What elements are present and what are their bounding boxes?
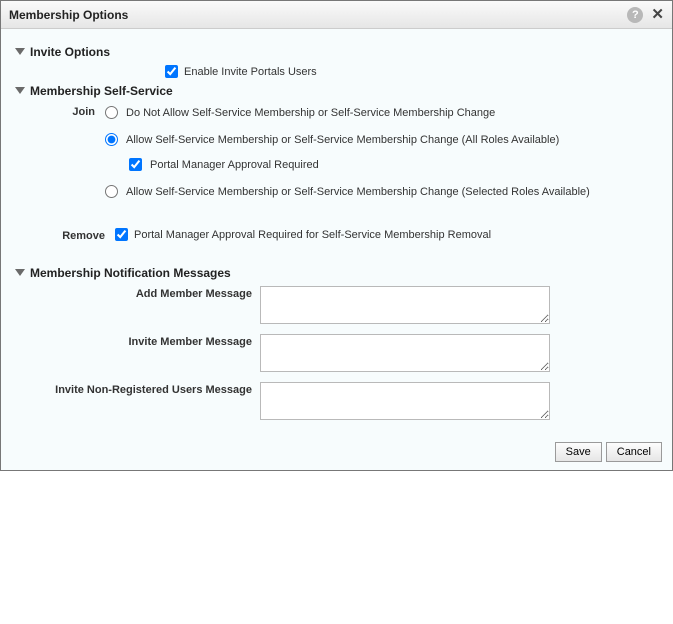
dialog-buttons: Save Cancel xyxy=(1,436,672,470)
invite-member-label: Invite Member Message xyxy=(15,334,260,348)
spacer-label xyxy=(15,65,165,67)
join-radio-allow-all[interactable] xyxy=(105,133,118,146)
remove-approval-checkbox[interactable] xyxy=(115,228,128,241)
add-member-textarea[interactable] xyxy=(260,286,550,324)
join-radio-allow-selected[interactable] xyxy=(105,185,118,198)
disclosure-triangle-icon xyxy=(15,87,25,94)
dialog-title: Membership Options xyxy=(9,8,627,22)
join-option-allow-selected: Allow Self-Service Membership or Self-Se… xyxy=(126,186,590,198)
invite-nonreg-textarea[interactable] xyxy=(260,382,550,420)
join-option-allow-all: Allow Self-Service Membership or Self-Se… xyxy=(126,134,559,146)
join-row: Join Do Not Allow Self-Service Membershi… xyxy=(15,104,658,198)
notifications-header[interactable]: Membership Notification Messages xyxy=(15,266,658,280)
close-icon[interactable]: ✕ xyxy=(651,7,664,22)
titlebar-actions: ? ✕ xyxy=(627,7,664,23)
enable-invite-row: Enable Invite Portals Users xyxy=(15,65,658,78)
invite-nonreg-row: Invite Non-Registered Users Message xyxy=(15,382,658,420)
remove-row: Remove Portal Manager Approval Required … xyxy=(15,228,658,242)
add-member-label: Add Member Message xyxy=(15,286,260,300)
spacer xyxy=(15,246,658,260)
join-radio-no-allow[interactable] xyxy=(105,106,118,119)
invite-options-title: Invite Options xyxy=(30,45,110,59)
remove-approval-label: Portal Manager Approval Required for Sel… xyxy=(134,229,491,241)
membership-options-dialog: Membership Options ? ✕ Invite Options En… xyxy=(0,0,673,471)
invite-member-textarea[interactable] xyxy=(260,334,550,372)
self-service-header[interactable]: Membership Self-Service xyxy=(15,84,658,98)
join-radio-group: Do Not Allow Self-Service Membership or … xyxy=(105,106,590,198)
enable-invite-label: Enable Invite Portals Users xyxy=(184,66,317,78)
spacer xyxy=(15,202,658,224)
approval-required-label: Portal Manager Approval Required xyxy=(150,159,319,171)
remove-label: Remove xyxy=(15,228,115,242)
add-member-row: Add Member Message xyxy=(15,286,658,324)
save-button[interactable]: Save xyxy=(555,442,602,462)
approval-required-checkbox[interactable] xyxy=(129,158,142,171)
join-label: Join xyxy=(15,104,105,118)
invite-options-header[interactable]: Invite Options xyxy=(15,45,658,59)
cancel-button[interactable]: Cancel xyxy=(606,442,662,462)
dialog-body: Invite Options Enable Invite Portals Use… xyxy=(1,29,672,436)
notifications-title: Membership Notification Messages xyxy=(30,266,231,280)
help-icon[interactable]: ? xyxy=(627,7,643,23)
disclosure-triangle-icon xyxy=(15,48,25,55)
self-service-title: Membership Self-Service xyxy=(30,84,173,98)
invite-nonreg-label: Invite Non-Registered Users Message xyxy=(15,382,260,396)
invite-member-row: Invite Member Message xyxy=(15,334,658,372)
join-option-no-allow: Do Not Allow Self-Service Membership or … xyxy=(126,107,495,119)
enable-invite-checkbox[interactable] xyxy=(165,65,178,78)
dialog-titlebar: Membership Options ? ✕ xyxy=(1,1,672,29)
disclosure-triangle-icon xyxy=(15,269,25,276)
